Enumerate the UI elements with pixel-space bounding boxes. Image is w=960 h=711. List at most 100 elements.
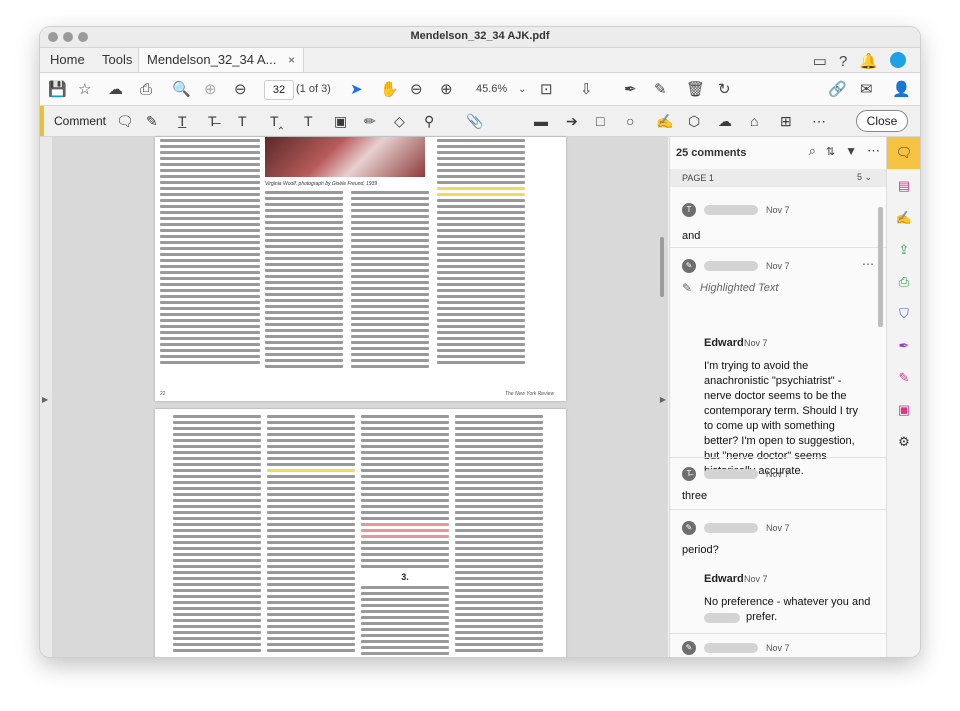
comment-reply[interactable]: Edward Nov 7 I'm trying to avoid the ana… (670, 333, 886, 477)
zoom-out-icon[interactable]: ⊖ (410, 79, 423, 99)
polygon-tool-icon[interactable]: ⬡ (688, 112, 700, 130)
insert-text-comment-icon: ✎ (682, 521, 696, 535)
help-icon[interactable]: ? (839, 52, 847, 70)
text-highlight-red[interactable] (361, 529, 449, 532)
delete-icon[interactable]: 🗑 (686, 79, 705, 99)
right-tools-rail: 🗨 ▤ ✍ ⇪ ⎙ ⛉ ✒ ✎ ▣ ⚙ (886, 137, 920, 657)
create-pdf-icon[interactable]: ⎙ (895, 273, 913, 291)
protect-icon[interactable]: ⛉ (895, 305, 913, 323)
chevron-down-icon[interactable]: ⌄ (518, 79, 526, 99)
more-options-icon[interactable]: ⋯ (867, 143, 880, 159)
upload-cloud-icon[interactable]: ☁ (108, 79, 123, 99)
add-text-icon[interactable]: T (304, 112, 313, 130)
strikethrough-text-icon[interactable]: T̶ (208, 112, 217, 130)
underline-text-icon[interactable]: T̲ (178, 112, 187, 130)
reply-date: Nov 7 (744, 338, 768, 348)
eraser-icon[interactable]: ◇ (394, 112, 405, 130)
zoom-out-search-icon[interactable]: 🔍 (172, 79, 191, 99)
comment-panel-icon[interactable]: 🗨 (895, 144, 913, 162)
organize-pages-icon[interactable]: ▤ (895, 177, 913, 195)
comment-item[interactable]: T̶ Nov 7 three (670, 459, 886, 509)
close-comment-button[interactable]: Close (856, 110, 908, 132)
text-highlight[interactable] (437, 187, 525, 190)
save-icon[interactable]: 💾 (48, 79, 67, 99)
fit-icon[interactable]: ⊞ (780, 112, 792, 130)
share-screen-icon[interactable]: ▭ (813, 52, 827, 70)
page-number-input[interactable]: 32 (264, 80, 294, 100)
insert-text-icon[interactable]: T‸ (270, 112, 283, 130)
bookmark-star-icon[interactable]: ☆ (78, 79, 91, 99)
more-options-icon[interactable]: ⋯ (812, 112, 826, 130)
fit-page-icon[interactable]: ⊡ (540, 79, 553, 99)
text-highlight-red[interactable] (361, 535, 449, 538)
rectangle-tool-icon[interactable]: □ (596, 112, 604, 130)
request-signature-icon[interactable]: ✒ (895, 337, 913, 355)
sticky-note-icon[interactable]: 🗨 (116, 112, 134, 130)
tab-home[interactable]: Home (50, 48, 85, 72)
page-down-icon[interactable]: ⊖ (234, 79, 247, 99)
page1-col4 (437, 139, 525, 367)
right-panel-toggle-icon[interactable]: ▶ (660, 395, 666, 404)
undo-icon[interactable]: ↻ (718, 79, 731, 99)
text-highlight[interactable] (267, 469, 355, 472)
tab-document[interactable]: Mendelson_32_34 A... × (138, 48, 305, 72)
text-highlight-red[interactable] (361, 523, 449, 526)
edit-pdf-icon[interactable]: ✎ (895, 369, 913, 387)
hand-icon[interactable]: ✋ (380, 79, 399, 99)
comments-count: 25 comments (676, 147, 747, 159)
tab-close-icon[interactable]: × (288, 53, 295, 67)
text-highlight[interactable] (437, 193, 525, 196)
document-view[interactable]: ▶ Virginia Woolf, photograph by Gisèle F… (40, 137, 668, 657)
print-icon[interactable]: ⎙ (140, 79, 152, 99)
title-bar: Mendelson_32_34 AJK.pdf (40, 27, 920, 48)
avatar[interactable] (890, 52, 906, 68)
zoom-level-select[interactable]: 45.6% (476, 79, 507, 99)
comment-item[interactable]: ✎ Nov 7 period? (670, 513, 886, 563)
page2-col4 (455, 415, 543, 655)
link-icon[interactable]: 🔗 (828, 79, 847, 99)
attach-icon[interactable]: 📎 (466, 112, 483, 130)
notifications-bell-icon[interactable]: 🔔 (859, 52, 878, 70)
stamp-icon[interactable]: ⚲ (424, 112, 434, 130)
more-tools-icon[interactable]: ⚙ (895, 433, 913, 451)
replace-text-icon[interactable]: T (238, 112, 247, 130)
mail-icon[interactable]: ✉ (860, 79, 873, 99)
tab-tools[interactable]: Tools (102, 48, 132, 72)
zoom-in-icon[interactable]: ⊕ (440, 79, 453, 99)
sign-icon[interactable]: ✒ (624, 79, 637, 99)
left-panel-toggle-icon[interactable]: ▶ (42, 395, 48, 404)
comment-reply[interactable]: Edward Nov 7 No preference - whatever yo… (670, 569, 886, 633)
highlighter-icon[interactable]: ✎ (146, 112, 158, 130)
page-group-header[interactable]: PAGE 1 5 ⌄ (670, 169, 886, 187)
export-pdf-icon[interactable]: ⇪ (895, 241, 913, 259)
oval-tool-icon[interactable]: ○ (626, 112, 634, 130)
strikethrough-comment-icon: T̶ (682, 467, 696, 481)
comment-item[interactable]: ✎ Nov 7 cap (670, 635, 886, 657)
comment-tool-icon[interactable]: ✎ (654, 79, 667, 99)
filter-icon[interactable]: ▼ (845, 143, 857, 159)
comment-item[interactable]: ✎ Nov 7 ⋯ ✎ Highlighted Text (670, 249, 886, 307)
comment-menu-icon[interactable]: ⋯ (862, 257, 874, 271)
document-scrollbar[interactable] (660, 237, 664, 297)
comments-panel: 25 comments ⌕ ⇅ ▼ ⋯ PAGE 1 5 ⌄ T Nov 7 a… (669, 137, 886, 657)
cloud-tool-icon[interactable]: ☁ (718, 112, 732, 130)
pencil-icon[interactable]: ✏ (364, 112, 376, 130)
page1-col3 (351, 191, 429, 371)
text-callout-icon[interactable]: ✍ (656, 112, 673, 130)
fill-sign-icon[interactable]: ✍ (895, 209, 913, 227)
text-box-icon[interactable]: ▣ (334, 112, 347, 130)
arrow-tool-icon[interactable]: ➔ (566, 112, 578, 130)
comments-scrollbar[interactable] (878, 207, 883, 327)
add-user-icon[interactable]: 👤 (892, 79, 911, 99)
select-arrow-icon[interactable]: ➤ (350, 79, 363, 99)
comment-item[interactable]: T Nov 7 and (670, 189, 886, 247)
compress-pdf-icon[interactable]: ▣ (895, 401, 913, 419)
page-up-icon[interactable]: ⊕ (204, 79, 217, 99)
scroll-mode-icon[interactable]: ⇩ (580, 79, 593, 99)
pdf-page-2: 3. (155, 409, 566, 657)
sort-icon[interactable]: ⇅ (826, 143, 835, 159)
highlighted-text-label: Highlighted Text (700, 282, 779, 294)
line-tool-icon[interactable]: ▬ (534, 112, 548, 130)
polyline-tool-icon[interactable]: ⌂ (750, 112, 758, 130)
search-icon[interactable]: ⌕ (809, 143, 816, 159)
